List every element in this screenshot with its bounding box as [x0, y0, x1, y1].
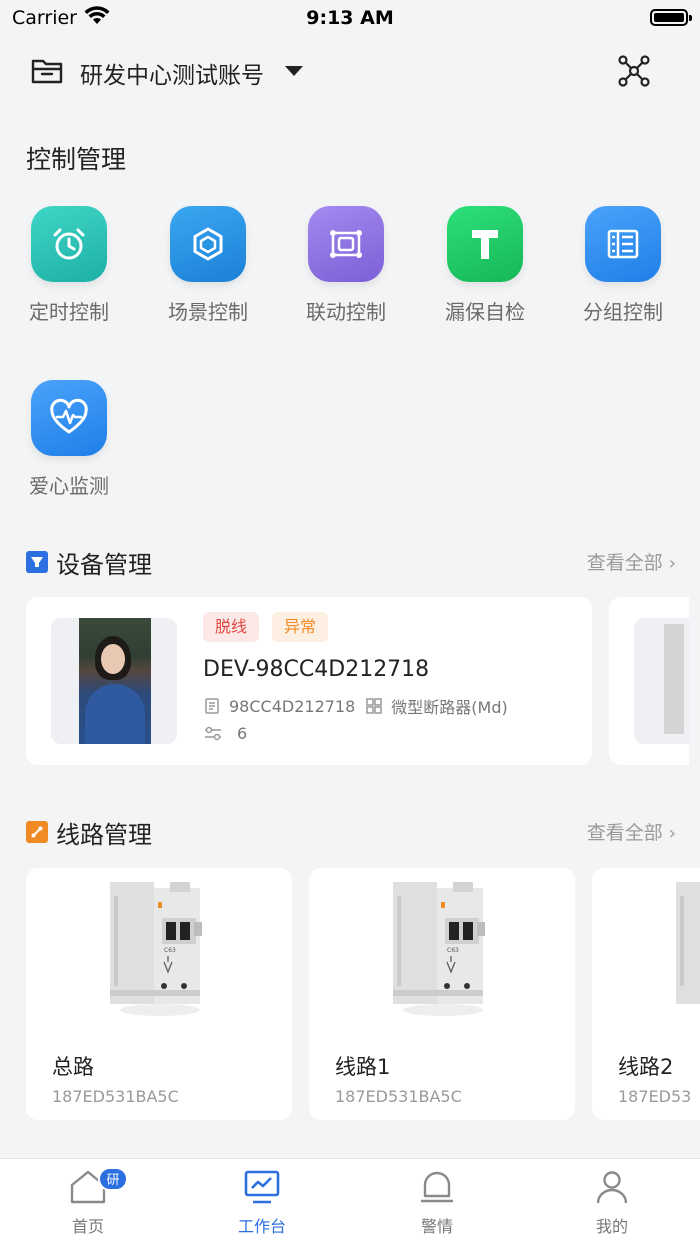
chevron-right-icon: › [668, 553, 676, 574]
lines-icon [205, 726, 221, 740]
abnormal-badge: 异常 [272, 612, 329, 642]
breaker-image [676, 882, 700, 1004]
tab-label: 我的 [595, 1217, 628, 1236]
tab-profile[interactable]: 我的 [552, 1167, 672, 1237]
device-card[interactable]: 脱线 异常 DEV-98CC4D212718 98CC4D212718 微型断路… [26, 597, 592, 765]
device-serial: 98CC4D212718 [229, 696, 356, 716]
device-model: 微型断路器(Md) [391, 698, 508, 717]
tab-bar: 研 首页 工作台 警情 我的 [0, 1158, 700, 1244]
offline-badge: 脱线 [203, 612, 260, 642]
device-meta: 98CC4D212718 微型断路器(Md) [203, 694, 508, 718]
circuit-card[interactable]: C63 总路 187ED531BA5C [26, 868, 292, 1120]
svg-text:C63: C63 [447, 947, 459, 954]
tab-label: 工作台 [237, 1217, 286, 1236]
device-section-title: 设备管理 [56, 551, 152, 579]
tile-group-control[interactable]: 分组控制 [578, 206, 668, 325]
device-line-count: 6 [203, 724, 247, 743]
circuit-card[interactable]: C63 线路1 187ED531BA5C [309, 868, 575, 1120]
device-name: DEV-98CC4D212718 [203, 657, 430, 682]
linkage-icon [308, 206, 384, 282]
folder-icon[interactable] [30, 55, 64, 85]
tab-label: 首页 [71, 1217, 104, 1236]
chevron-right-icon: › [668, 823, 676, 844]
serial-icon [205, 698, 219, 714]
control-section-title: 控制管理 [26, 145, 127, 174]
tile-leak-self-test[interactable]: 漏保自检 [440, 206, 530, 325]
status-bar: Carrier 9:13 AM [0, 0, 700, 36]
breaker-image: C63 [393, 882, 485, 1016]
device-view-all-link[interactable]: 查看全部 › [587, 548, 676, 575]
grid-icon [366, 698, 383, 714]
account-switcher[interactable]: 研发中心测试账号 [80, 56, 264, 90]
scene-cube-icon [170, 206, 246, 282]
circuit-section-title: 线路管理 [56, 821, 152, 849]
tile-label: 定时控制 [29, 300, 109, 324]
t-test-icon [447, 206, 523, 282]
svg-text:C63: C63 [164, 947, 176, 954]
circuit-section-icon [26, 821, 48, 843]
heart-monitor-icon [31, 380, 107, 456]
circuit-id: 187ED531BA5C [52, 1087, 179, 1106]
alarm-clock-icon [31, 206, 107, 282]
circuit-card[interactable]: 线路2 187ED53 [592, 868, 700, 1120]
circuit-id: 187ED531BA5C [335, 1087, 462, 1106]
monitor-chart-icon [202, 1167, 322, 1207]
clock: 9:13 AM [306, 7, 394, 29]
circuit-name: 线路1 [335, 1055, 391, 1079]
breaker-image: C63 [110, 882, 202, 1016]
group-list-icon [585, 206, 661, 282]
tile-label: 漏保自检 [445, 300, 525, 324]
device-thumbnail [51, 618, 177, 744]
battery-icon [650, 9, 692, 26]
device-photo [79, 618, 151, 744]
view-all-label: 查看全部 [586, 822, 663, 844]
device-count-value: 6 [237, 724, 248, 743]
tab-workbench[interactable]: 工作台 [202, 1167, 322, 1237]
device-card-next[interactable] [609, 597, 689, 765]
home-icon [28, 1167, 148, 1207]
tile-heart-monitor[interactable]: 爱心监测 [24, 380, 114, 499]
tile-label: 场景控制 [168, 300, 248, 324]
circuit-name: 线路2 [618, 1055, 674, 1079]
device-thumbnail [634, 618, 689, 744]
tile-label: 分组控制 [583, 300, 663, 324]
view-all-label: 查看全部 [586, 552, 663, 574]
tab-label: 警情 [420, 1217, 453, 1236]
circuit-section-header: 线路管理 查看全部 › [26, 815, 676, 849]
circuit-id: 187ED53 [618, 1087, 692, 1106]
device-section-header: 设备管理 查看全部 › [26, 545, 676, 579]
device-section-icon [26, 551, 48, 573]
tile-timer-control[interactable]: 定时控制 [24, 206, 114, 325]
home-badge: 研 [98, 1167, 128, 1191]
bell-icon [377, 1167, 497, 1207]
circuit-name: 总路 [52, 1055, 94, 1079]
network-icon[interactable] [617, 55, 651, 87]
tab-alarms[interactable]: 警情 [377, 1167, 497, 1237]
tile-label: 联动控制 [306, 300, 386, 324]
tile-linkage-control[interactable]: 联动控制 [301, 206, 391, 325]
user-icon [552, 1167, 672, 1207]
tile-label: 爱心监测 [29, 474, 109, 498]
chevron-down-icon[interactable] [285, 66, 303, 76]
tile-scene-control[interactable]: 场景控制 [163, 206, 253, 325]
circuit-view-all-link[interactable]: 查看全部 › [587, 818, 676, 845]
tab-home[interactable]: 研 首页 [28, 1167, 148, 1237]
